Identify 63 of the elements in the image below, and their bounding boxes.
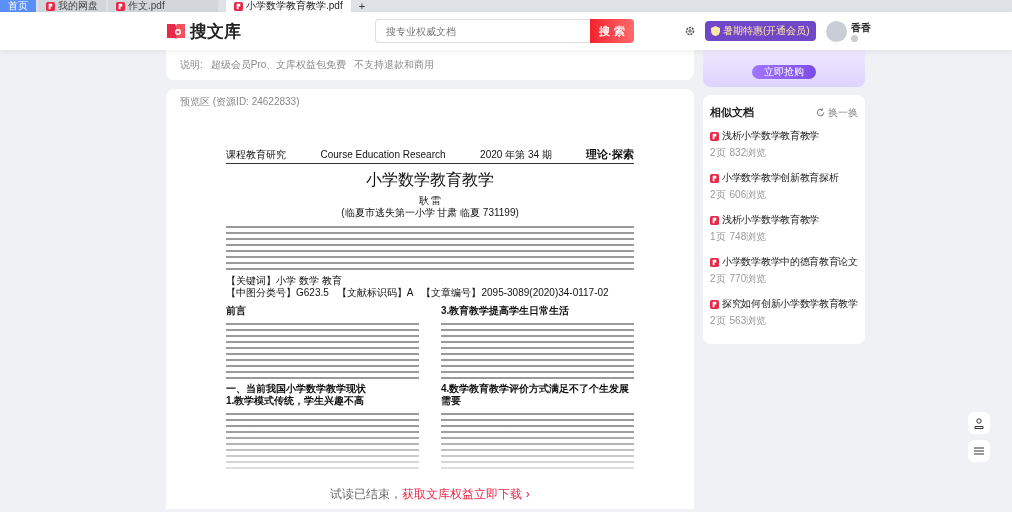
- book-search-icon: [166, 22, 186, 40]
- page-count: 1页: [710, 230, 726, 244]
- notice-label: 说明:: [180, 58, 203, 72]
- author-name: 耿 雷: [417, 195, 443, 207]
- notice-text: 超级会员Pro、文库权益包免费: [210, 58, 347, 72]
- author-affiliation: (临夏市逃失第一小学 甘肃 临夏 731199): [340, 207, 520, 219]
- keywords: 【关键词】小学 数学 教育: [226, 275, 343, 287]
- browser-tab[interactable]: 我的网盘: [38, 0, 106, 12]
- menu-icon: [974, 447, 984, 455]
- classification-code: 【文献标识码】A: [336, 287, 414, 299]
- subsection-heading: 4.数学教育教学评价方式满足不了个生发展需要: [441, 383, 631, 407]
- document-icon: [710, 299, 719, 309]
- page-count: 2页: [710, 272, 726, 286]
- browser-tab[interactable]: 作文.pdf: [108, 0, 218, 12]
- trial-ended-text: 试读已结束，: [330, 486, 403, 503]
- issue-number: 2020 年第 34 期: [480, 148, 552, 162]
- browser-tab[interactable]: 小学数学教育教学.pdf: [226, 0, 351, 12]
- document-icon: [710, 257, 719, 267]
- refresh-icon: [816, 108, 825, 117]
- user-icon: [974, 417, 984, 429]
- view-count: 563浏览: [729, 314, 767, 328]
- promo-button[interactable]: 暑期特惠(开通会员): [705, 21, 816, 41]
- search-field[interactable]: 搜专业权威文档: [375, 19, 590, 43]
- similar-doc-link[interactable]: 小学数学教学中的德育教育论文: [710, 256, 858, 268]
- view-count: 748浏览: [729, 230, 767, 244]
- classification-code: 【中图分类号】G623.5: [226, 287, 329, 299]
- subsection-heading: 3.教育教学提高学生日常生活: [441, 305, 571, 317]
- document-icon: [710, 215, 719, 225]
- settings-icon[interactable]: [685, 26, 695, 36]
- page-count: 2页: [710, 146, 726, 160]
- similar-doc-link[interactable]: 小学数学教学创新教育探析: [710, 172, 858, 184]
- shield-icon: [711, 26, 720, 36]
- document-icon: [710, 131, 719, 141]
- buy-now-button[interactable]: 立即抢购: [752, 65, 816, 79]
- journal-name: 课程教育研究: [226, 148, 286, 162]
- similar-doc-link[interactable]: 探究如何创新小学数学教育教学: [710, 298, 858, 310]
- subsection-heading: 前言: [226, 305, 247, 317]
- notice-text: 不支持退款和商用: [354, 58, 435, 72]
- preview-label: 预览区 (资源ID: 24622833): [179, 95, 301, 109]
- section-heading: 一、当前我国小学数学教学现状: [226, 383, 367, 395]
- view-count: 832浏览: [729, 146, 767, 160]
- view-count: 606浏览: [729, 188, 767, 202]
- new-tab-button[interactable]: +: [352, 0, 372, 12]
- classification-code: 【文章编号】2095-3089(2020)34-0117-02: [421, 287, 609, 299]
- journal-name: Course Education Research: [320, 149, 446, 160]
- user-button[interactable]: [968, 412, 990, 434]
- menu-button[interactable]: [968, 440, 990, 462]
- badge-icon: [850, 34, 858, 42]
- download-link[interactable]: 获取文库权益立即下载 ›: [402, 486, 530, 503]
- user-name: 香香: [850, 20, 871, 35]
- similar-docs-title: 相似文档: [710, 105, 754, 120]
- search-button[interactable]: 搜 索: [590, 19, 634, 43]
- document-title: 小学数学教育教学: [365, 170, 495, 190]
- refresh-button[interactable]: 换一换: [816, 105, 858, 120]
- similar-doc-link[interactable]: 浅析小学数学教育教学: [710, 214, 858, 226]
- logo-text: 搜文库: [190, 20, 241, 43]
- similar-doc-link[interactable]: 浅析小学数学教育教学: [710, 130, 858, 142]
- page-count: 2页: [710, 314, 726, 328]
- page-count: 2页: [710, 188, 726, 202]
- section-name: 理论·探索: [586, 147, 634, 162]
- subsection-heading: 1.教学模式传统，学生兴趣不高: [226, 395, 366, 407]
- document-icon: [710, 173, 719, 183]
- view-count: 770浏览: [729, 272, 767, 286]
